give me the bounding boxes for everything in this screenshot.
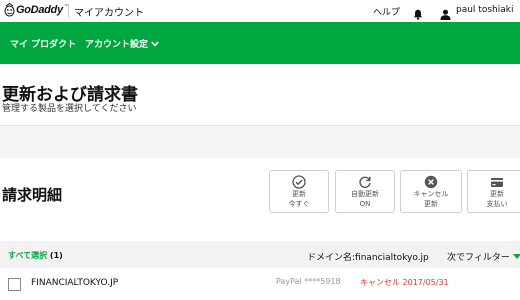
row-status: キャンセル 2017/05/31: [360, 278, 449, 287]
pay-renewal-button[interactable]: 更新 支払い: [467, 170, 520, 213]
filter-by-dropdown[interactable]: 次でフィルター: [447, 250, 520, 263]
cancel-renewal-button[interactable]: キャンセル 更新: [400, 170, 462, 213]
nav-my-products[interactable]: マイ プロダクト: [10, 37, 76, 50]
renew-now-button[interactable]: 更新 今すぐ: [269, 170, 329, 213]
main-nav: マイ プロダクト アカウント設定: [0, 22, 520, 64]
table-row[interactable]: FINANCIALTOKYO.JP PayPal ****5918 キャンセル …: [0, 268, 520, 300]
credit-card-icon: [490, 175, 504, 189]
billing-section-title: 請求明細: [2, 186, 63, 204]
row-domain-name[interactable]: FINANCIALTOKYO.JP: [31, 278, 118, 288]
godaddy-mascot-icon: [4, 3, 15, 17]
filter-by-label: 次でフィルター: [447, 253, 510, 263]
nav-account-settings-label: アカウント設定: [85, 40, 149, 50]
logo-divider: [68, 4, 69, 18]
refresh-icon: [358, 175, 372, 189]
select-all-count: (1): [49, 251, 63, 260]
select-all-label: すべて選択: [8, 251, 48, 260]
auto-renew-label-2: ON: [359, 200, 371, 208]
top-bar: GoDaddy ™ マイアカウント ヘルプ paul toshiaki: [0, 0, 520, 22]
section-divider: [0, 126, 520, 158]
chevron-down-icon: [151, 40, 159, 47]
auto-renew-on-button[interactable]: 自動更新 ON: [335, 170, 395, 213]
caret-down-icon: [512, 254, 520, 259]
app-title: マイアカウント: [74, 8, 144, 19]
pay-renewal-label-1: 更新: [490, 190, 504, 198]
logo-text: GoDaddy: [16, 4, 63, 16]
auto-renew-label-1: 自動更新: [351, 190, 379, 198]
row-payment-method: PayPal ****5918: [276, 277, 341, 286]
username-menu[interactable]: paul toshiaki: [456, 5, 513, 15]
godaddy-logo[interactable]: GoDaddy ™: [4, 3, 69, 17]
renew-now-label-2: 今すぐ: [288, 200, 310, 208]
row-checkbox[interactable]: [8, 278, 21, 291]
nav-account-settings[interactable]: アカウント設定: [85, 37, 159, 50]
select-all-link[interactable]: すべて選択 (1): [8, 250, 63, 261]
page-header: 更新および請求書 管理する製品を選択してください: [0, 64, 520, 126]
cancel-renewal-label-1: キャンセル: [413, 190, 449, 198]
check-circle-icon: [292, 175, 306, 189]
help-link[interactable]: ヘルプ: [373, 5, 400, 18]
page-subtitle: 管理する製品を選択してください: [2, 104, 137, 114]
cancel-icon: [424, 175, 438, 189]
renew-now-label-1: 更新: [292, 190, 306, 198]
cancel-renewal-label-2: 更新: [424, 200, 438, 208]
filter-bar: すべて選択 (1) ドメイン名:financialtokyo.jp 次でフィルタ…: [0, 241, 520, 268]
domain-filter-label: ドメイン名:financialtokyo.jp: [307, 253, 429, 263]
pay-renewal-label-2: 支払い: [486, 200, 508, 208]
